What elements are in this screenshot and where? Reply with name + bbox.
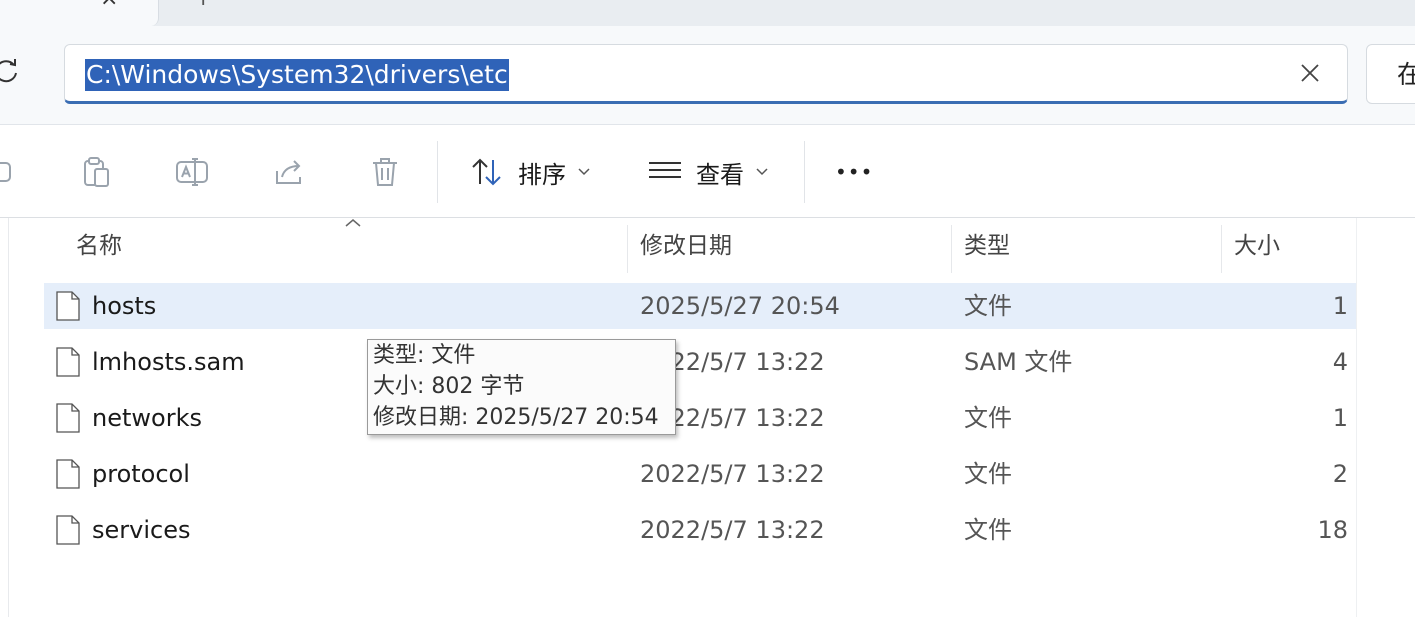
file-size: 1 <box>1332 404 1348 432</box>
column-header-name[interactable]: 名称 <box>64 221 624 271</box>
file-icon <box>56 459 80 489</box>
toolbar-separator <box>437 141 438 203</box>
column-header-row: 名称 修改日期 类型 大小 <box>44 221 1356 273</box>
file-size: 2 <box>1332 460 1348 488</box>
file-modified: 2022/5/7 13:22 <box>640 460 825 488</box>
vertical-scrollbar[interactable] <box>1356 218 1367 617</box>
command-bar: 排序 查看 ••• <box>0 125 1415 218</box>
file-modified: 2025/5/27 20:54 <box>640 292 840 320</box>
address-bar[interactable]: C:\Windows\System32\drivers\etc <box>64 44 1348 104</box>
file-size: 1 <box>1332 292 1348 320</box>
file-name: lmhosts.sam <box>92 348 245 376</box>
more-icon: ••• <box>835 160 874 184</box>
file-size: 4 <box>1332 348 1348 376</box>
file-info-tooltip: 类型: 文件 大小: 802 字节 修改日期: 2025/5/27 20:54 <box>367 339 676 435</box>
file-type: 文件 <box>964 404 1012 432</box>
column-header-modified[interactable]: 修改日期 <box>628 221 950 271</box>
tooltip-modified: 修改日期: 2025/5/27 20:54 <box>373 405 659 430</box>
file-icon <box>56 403 80 433</box>
address-path-text[interactable]: C:\Windows\System32\drivers\etc <box>85 59 509 91</box>
chevron-down-icon <box>756 168 768 176</box>
file-list-pane: 名称 修改日期 类型 大小 hosts 2025/5/27 20:54 文件 1… <box>8 218 1415 617</box>
sort-icon <box>472 158 501 186</box>
new-tab-button[interactable]: + <box>194 0 212 10</box>
file-row-protocol[interactable]: protocol 2022/5/7 13:22 文件 2 <box>44 451 1356 497</box>
search-box[interactable]: 在 <box>1366 44 1415 104</box>
file-type: 文件 <box>964 460 1012 488</box>
share-icon[interactable] <box>272 155 306 189</box>
clear-address-icon[interactable] <box>1299 62 1321 84</box>
tooltip-size: 大小: 802 字节 <box>373 374 525 399</box>
file-row-hosts[interactable]: hosts 2025/5/27 20:54 文件 1 <box>44 283 1356 329</box>
tooltip-type: 类型: 文件 <box>373 343 476 368</box>
chevron-down-icon <box>578 168 590 176</box>
view-icon <box>649 162 681 178</box>
file-row-services[interactable]: services 2022/5/7 13:22 文件 18 <box>44 507 1356 553</box>
file-type: 文件 <box>964 292 1012 320</box>
active-tab[interactable]: × <box>0 0 159 26</box>
file-icon <box>56 347 80 377</box>
refresh-icon[interactable] <box>0 56 22 86</box>
file-icon <box>56 291 80 321</box>
view-button[interactable]: 查看 <box>648 147 768 197</box>
search-placeholder: 在 <box>1397 60 1415 89</box>
sort-label: 排序 <box>518 160 566 189</box>
file-name: hosts <box>92 292 157 320</box>
file-icon <box>56 515 80 545</box>
address-row: C:\Windows\System32\drivers\etc 在 <box>0 26 1415 125</box>
file-size: 18 <box>1317 516 1348 544</box>
paste-icon[interactable] <box>80 155 114 189</box>
column-header-type[interactable]: 类型 <box>952 221 1220 271</box>
file-modified: 2022/5/7 13:22 <box>640 516 825 544</box>
file-name: networks <box>92 404 202 432</box>
file-name: protocol <box>92 460 190 488</box>
tab-strip: × + <box>0 0 1415 26</box>
column-header-size[interactable]: 大小 <box>1222 221 1356 271</box>
sort-button[interactable]: 排序 <box>470 147 590 197</box>
file-name: services <box>92 516 191 544</box>
file-type: 文件 <box>964 516 1012 544</box>
toolbar-separator <box>804 141 805 203</box>
delete-icon[interactable] <box>368 155 402 189</box>
file-row-networks[interactable]: networks 2022/5/7 13:22 文件 1 <box>44 395 1356 441</box>
copy-icon[interactable] <box>0 155 18 189</box>
tab-close-icon[interactable]: × <box>100 0 118 10</box>
file-type: SAM 文件 <box>964 348 1073 376</box>
view-label: 查看 <box>696 160 744 189</box>
rename-icon[interactable] <box>175 155 209 189</box>
more-options-button[interactable]: ••• <box>835 147 873 197</box>
file-row-lmhosts[interactable]: lmhosts.sam 2022/5/7 13:22 SAM 文件 4 <box>44 339 1356 385</box>
